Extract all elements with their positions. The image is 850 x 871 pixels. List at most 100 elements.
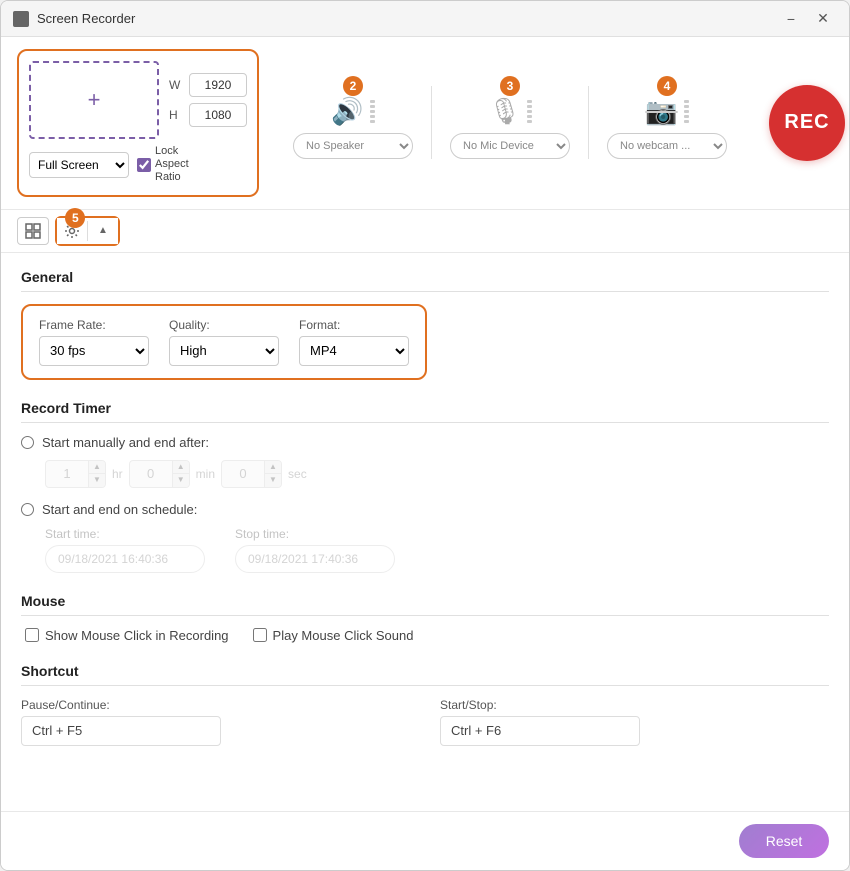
height-input[interactable] (189, 103, 247, 127)
timer-section: Record Timer Start manually and end afte… (21, 400, 829, 573)
min-input[interactable] (130, 466, 172, 481)
click-sound-group: Play Mouse Click Sound (253, 628, 414, 643)
quality-label: Quality: (169, 318, 279, 332)
timer-header: Record Timer (21, 400, 829, 423)
webcam-column: 4 📷 No webcam ... Default Webcam (589, 86, 745, 159)
bar1 (684, 100, 689, 103)
bar1 (370, 100, 375, 103)
pause-input[interactable] (21, 716, 221, 746)
mic-select[interactable]: No Mic Device Default Microphone (450, 133, 570, 159)
settings-toolbar-group: 5 ▲ (55, 216, 120, 246)
badge-5: 5 (65, 208, 85, 228)
bar2 (684, 105, 689, 108)
schedule-row: Start time: Stop time: (21, 527, 829, 573)
height-row: H (169, 103, 247, 127)
min-label: min (196, 467, 215, 481)
add-region-icon: + (88, 87, 101, 113)
manual-timer-radio[interactable] (21, 436, 34, 449)
format-group: Format: MP4 AVI MOV FLV (299, 318, 409, 366)
close-button[interactable]: ✕ (809, 7, 837, 31)
startstop-shortcut-group: Start/Stop: (440, 698, 829, 746)
time-inputs-row: ▲ ▼ hr ▲ ▼ min ▲ ▼ (21, 460, 829, 488)
sec-up-button[interactable]: ▲ (265, 461, 281, 474)
top-panel: + W H Full Screen Custom Region (1, 37, 849, 210)
layout-icon (25, 223, 41, 239)
min-up-button[interactable]: ▲ (173, 461, 189, 474)
webcam-bars (684, 100, 689, 123)
badge-4: 4 (657, 76, 677, 96)
general-header: General (21, 269, 829, 292)
stop-time-group: Stop time: (235, 527, 395, 573)
quality-select[interactable]: Low Medium High (169, 336, 279, 366)
sec-label: sec (288, 467, 307, 481)
startstop-input[interactable] (440, 716, 640, 746)
bottom-bar: Reset (1, 811, 849, 870)
screen-preview[interactable]: + (29, 61, 159, 139)
show-click-label: Show Mouse Click in Recording (45, 628, 229, 643)
av-columns: 2 🔊 No Speaker Default Speaker (275, 86, 745, 159)
lock-aspect-checkbox[interactable] (137, 158, 151, 172)
reset-button[interactable]: Reset (739, 824, 829, 858)
sec-input[interactable] (222, 466, 264, 481)
min-down-button[interactable]: ▼ (173, 474, 189, 487)
window-title: Screen Recorder (37, 11, 135, 26)
mouse-header: Mouse (21, 593, 829, 616)
width-label: W (169, 78, 183, 92)
minimize-button[interactable]: − (777, 7, 805, 31)
settings-dropdown-button[interactable]: ▲ (88, 218, 118, 244)
mic-top: 🎙 (488, 96, 532, 127)
main-window: Screen Recorder − ✕ + W H (0, 0, 850, 871)
rec-button[interactable]: REC (769, 85, 845, 161)
bar3 (370, 110, 375, 113)
settings-content: General Frame Rate: 15 fps 20 fps 30 fps… (1, 253, 849, 811)
mouse-checkbox-row: Show Mouse Click in Recording Play Mouse… (21, 628, 829, 643)
schedule-timer-radio[interactable] (21, 503, 34, 516)
stop-time-input[interactable] (235, 545, 395, 573)
sec-spinners: ▲ ▼ (264, 461, 281, 487)
bar3 (527, 110, 532, 113)
bar5 (370, 120, 375, 123)
screen-mode-select[interactable]: Full Screen Custom Region Window (29, 152, 129, 178)
speaker-icon: 🔊 (331, 96, 363, 127)
sec-down-button[interactable]: ▼ (265, 474, 281, 487)
schedule-timer-row: Start and end on schedule: (21, 502, 829, 517)
title-controls: − ✕ (777, 7, 837, 31)
screen-selector: + W H Full Screen Custom Region (17, 49, 259, 197)
shortcut-header: Shortcut (21, 663, 829, 686)
start-time-input[interactable] (45, 545, 205, 573)
layout-button[interactable] (17, 217, 49, 245)
microphone-icon: 🎙 (488, 96, 521, 127)
lock-aspect-label: Lock Aspect Ratio (155, 145, 210, 185)
frame-rate-group: Frame Rate: 15 fps 20 fps 30 fps 60 fps (39, 318, 149, 366)
click-sound-checkbox[interactable] (253, 628, 267, 642)
width-row: W (169, 73, 247, 97)
show-click-checkbox[interactable] (25, 628, 39, 642)
hour-down-button[interactable]: ▼ (89, 474, 105, 487)
min-spinners: ▲ ▼ (172, 461, 189, 487)
width-input[interactable] (189, 73, 247, 97)
screen-bottom-row: Full Screen Custom Region Window Lock As… (29, 145, 247, 185)
hour-spinners: ▲ ▼ (88, 461, 105, 487)
speaker-top: 🔊 (331, 96, 374, 127)
hr-label: hr (112, 467, 123, 481)
pause-label: Pause/Continue: (21, 698, 410, 712)
hour-input-group: ▲ ▼ (45, 460, 106, 488)
hour-up-button[interactable]: ▲ (89, 461, 105, 474)
bar2 (370, 105, 375, 108)
bar3 (684, 110, 689, 113)
sec-input-group: ▲ ▼ (221, 460, 282, 488)
bar4 (684, 115, 689, 118)
click-sound-label: Play Mouse Click Sound (273, 628, 414, 643)
webcam-select[interactable]: No webcam ... Default Webcam (607, 133, 727, 159)
format-select[interactable]: MP4 AVI MOV FLV (299, 336, 409, 366)
bar5 (527, 120, 532, 123)
shortcut-section: Shortcut Pause/Continue: Start/Stop: (21, 663, 829, 746)
hour-input[interactable] (46, 466, 88, 481)
general-section: General Frame Rate: 15 fps 20 fps 30 fps… (21, 269, 829, 380)
manual-timer-row: Start manually and end after: (21, 435, 829, 450)
frame-rate-select[interactable]: 15 fps 20 fps 30 fps 60 fps (39, 336, 149, 366)
speaker-bars (370, 100, 375, 123)
general-settings-row: Frame Rate: 15 fps 20 fps 30 fps 60 fps … (21, 304, 427, 380)
speaker-select[interactable]: No Speaker Default Speaker (293, 133, 413, 159)
bar5 (684, 120, 689, 123)
